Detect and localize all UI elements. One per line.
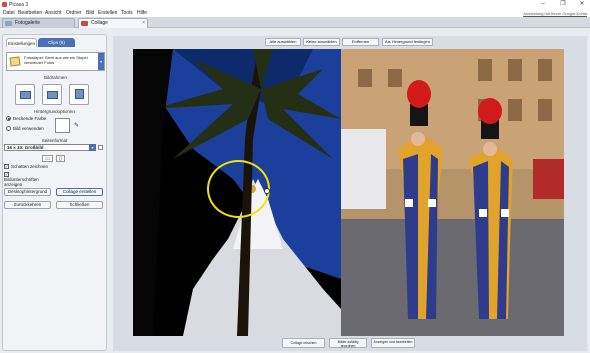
radio-selected-icon[interactable] xyxy=(6,116,11,122)
menu-bearbeiten[interactable]: Bearbeiten xyxy=(18,10,42,16)
checkbox-checked-icon[interactable]: ✓ xyxy=(4,164,9,169)
menu-ordner[interactable]: Ordner xyxy=(66,10,82,16)
bg-option-color[interactable]: Deckende Farbe xyxy=(6,116,47,122)
minimize-button[interactable]: – xyxy=(536,0,550,9)
close-collage-button[interactable]: Schließen xyxy=(56,201,103,209)
window-title: Picasa 3 xyxy=(9,1,29,8)
frame-option-3[interactable] xyxy=(69,84,89,105)
page-format-value: 16 x 10: Großbild xyxy=(7,145,44,150)
back-button[interactable]: Zurückkehren xyxy=(4,201,51,209)
frame-options xyxy=(15,84,95,105)
landscape-orientation-button[interactable]: ▭ xyxy=(42,155,53,162)
show-captions-option[interactable]: ✓ Bildunterschriften anzeigen xyxy=(4,172,44,187)
menu-erstellen[interactable]: Erstellen xyxy=(98,10,117,16)
chevron-down-icon[interactable]: ▾ xyxy=(98,53,104,70)
collage-icon xyxy=(81,20,88,26)
menu-bild[interactable]: Bild xyxy=(86,10,94,16)
radio-icon[interactable] xyxy=(6,126,11,132)
menu-tools[interactable]: Tools xyxy=(121,10,133,16)
portrait-icon: ▯ xyxy=(59,156,62,162)
menu-datei[interactable]: Datei xyxy=(3,10,15,16)
picasa-app-icon xyxy=(2,2,7,7)
bg-option-image-label: Bild verwenden xyxy=(13,126,44,131)
eyedropper-icon[interactable]: ✎ xyxy=(74,122,79,129)
chevron-down-icon[interactable]: ▾ xyxy=(89,144,96,151)
portrait-orientation-button[interactable]: ▯ xyxy=(56,155,65,162)
tab-clips[interactable]: Clips (6) xyxy=(38,38,75,47)
tab-close-icon[interactable]: × xyxy=(142,19,145,27)
background-options-heading: Hintergrundoptionen xyxy=(34,109,75,114)
select-all-button[interactable]: Alle auswählen xyxy=(265,38,301,46)
landscape-icon: ▭ xyxy=(45,156,50,162)
shuffle-images-button[interactable]: Bilder zufällig anordnen xyxy=(329,338,367,348)
google-signin-link[interactable]: Anmeldung mit Ihrem Google-Konto xyxy=(523,11,587,16)
shuffle-collage-button[interactable]: Collage mischen xyxy=(282,338,325,348)
tab-collage-label: Collage xyxy=(91,20,108,26)
selection-circle[interactable] xyxy=(207,160,270,218)
select-none-button[interactable]: Keine auswählen xyxy=(303,38,340,46)
menu-hilfe[interactable]: Hilfe xyxy=(137,10,147,16)
collage-style-select[interactable]: Fotostapel: Sieht aus wie ein Stapel ver… xyxy=(6,52,105,71)
title-bar: Picasa 3 – ❐ ✕ xyxy=(0,0,590,9)
tab-collage[interactable]: Collage × xyxy=(78,18,148,28)
draw-shadows-option[interactable]: ✓ Schatten zeichnen xyxy=(4,164,48,169)
gallery-icon xyxy=(5,20,12,26)
collage-style-label: Fotostapel: Sieht aus wie ein Stapel ver… xyxy=(24,55,88,65)
page-format-select[interactable]: 16 x 10: Großbild ▾ xyxy=(4,144,96,151)
plain-photo-icon xyxy=(75,89,84,99)
tab-gallery-label: Fotogalerie xyxy=(15,20,41,26)
draw-shadows-label: Schatten zeichnen xyxy=(11,164,49,169)
close-window-button[interactable]: ✕ xyxy=(575,0,589,9)
remove-button[interactable]: Entfernen xyxy=(342,38,379,46)
framed-photo-icon xyxy=(20,91,31,99)
rotate-handle-icon[interactable] xyxy=(264,188,270,194)
maximize-button[interactable]: ❐ xyxy=(556,0,570,9)
view-and-edit-button[interactable]: Anzeigen und bearbeiten xyxy=(371,338,415,348)
collage-photos xyxy=(133,49,564,336)
bg-option-color-label: Deckende Farbe xyxy=(13,116,47,121)
frame-option-2[interactable] xyxy=(42,84,62,105)
frame-heading: Bildrahmen xyxy=(44,75,67,80)
background-color-swatch[interactable] xyxy=(55,118,70,133)
photo-pile-icon xyxy=(9,56,21,67)
frame-option-1[interactable] xyxy=(15,84,35,105)
create-collage-button[interactable]: Collage erstellen xyxy=(56,188,103,196)
set-as-background-button[interactable]: Als Hintergrund festlegen xyxy=(382,38,433,46)
menu-bar: Datei Bearbeiten Ansicht Ordner Bild Ers… xyxy=(0,9,590,17)
collage-preview[interactable] xyxy=(133,49,564,336)
show-captions-label: Bildunterschriften anzeigen xyxy=(4,177,39,187)
bg-option-image[interactable]: Bild verwenden xyxy=(6,126,44,132)
photo-swiss-guards[interactable] xyxy=(341,49,564,336)
tab-bar: Fotogalerie Collage × xyxy=(0,17,590,28)
page-format-heading: Seitenformat xyxy=(41,138,68,143)
menu-ansicht[interactable]: Ansicht xyxy=(45,10,61,16)
page-format-extra-button[interactable] xyxy=(98,145,103,150)
polaroid-photo-icon xyxy=(47,91,58,99)
tab-photo-gallery[interactable]: Fotogalerie xyxy=(2,18,75,28)
desktop-background-button[interactable]: Desktophintergrund xyxy=(4,188,51,196)
tab-settings[interactable]: Einstellungen xyxy=(6,38,37,47)
